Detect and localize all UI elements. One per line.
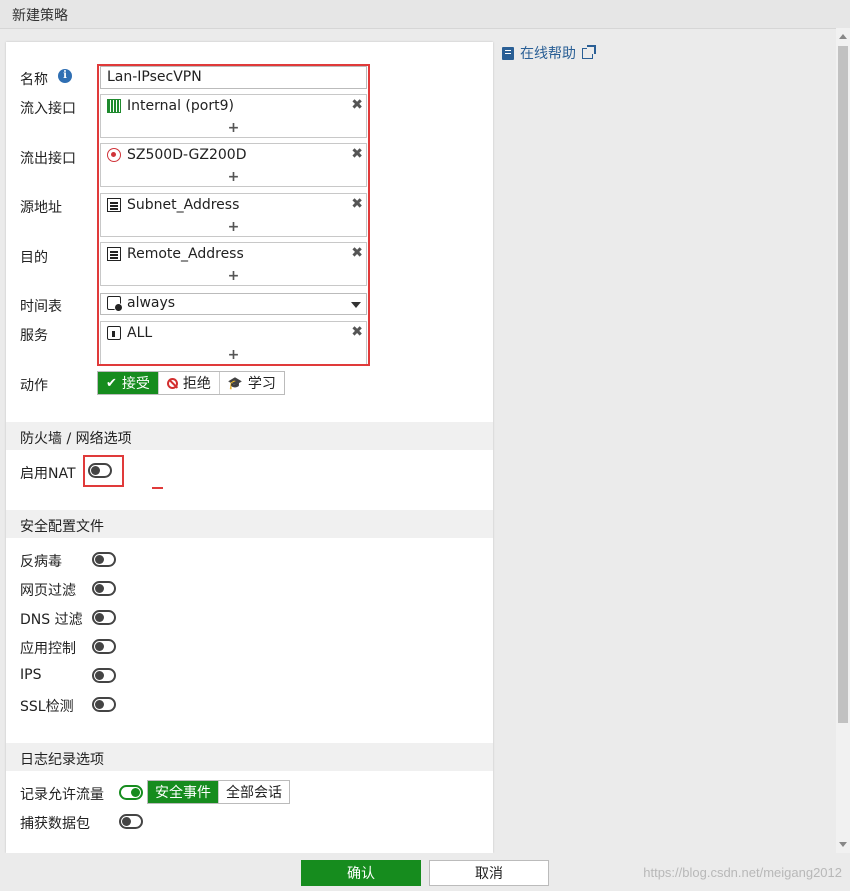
watermark: https://blog.csdn.net/meigang2012	[643, 865, 842, 880]
incoming-interface-label: 流入接口	[20, 101, 76, 117]
ssl-inspection-toggle[interactable]	[92, 697, 116, 712]
log-allowed-label: 记录允许流量	[20, 787, 104, 803]
ips-toggle[interactable]	[92, 668, 116, 683]
info-icon[interactable]: i	[58, 69, 72, 83]
app-control-toggle[interactable]	[92, 639, 116, 654]
name-label: 名称	[20, 72, 48, 88]
online-help-link[interactable]: 在线帮助	[502, 43, 596, 63]
capture-packets-label: 捕获数据包	[20, 816, 90, 832]
policy-form: 名称 i Lan-IPsecVPN 流入接口 Internal (port9) …	[6, 42, 493, 853]
ips-label: IPS	[20, 667, 42, 683]
dns-filter-toggle[interactable]	[92, 610, 116, 625]
web-filter-toggle[interactable]	[92, 581, 116, 596]
destination-label: 目的	[20, 250, 48, 266]
logging-section-header: 日志纪录选项	[6, 743, 493, 771]
security-section-header: 安全配置文件	[6, 510, 493, 538]
scroll-up-icon[interactable]	[839, 34, 847, 39]
web-filter-label: 网页过滤	[20, 583, 76, 599]
scroll-thumb[interactable]	[838, 46, 848, 723]
deny-icon	[166, 377, 178, 389]
graduation-cap-icon: 🎓	[227, 376, 243, 390]
cancel-button[interactable]: 取消	[429, 860, 549, 886]
capture-packets-toggle[interactable]	[119, 814, 143, 829]
all-sessions-button[interactable]: 全部会话	[218, 781, 289, 803]
learn-button[interactable]: 🎓 学习	[220, 372, 284, 394]
service-label: 服务	[20, 328, 48, 344]
source-address-label: 源地址	[20, 200, 62, 216]
action-label: 动作	[20, 378, 48, 394]
log-allowed-toggle[interactable]	[119, 785, 143, 800]
nat-label: 启用NAT	[20, 466, 76, 482]
accept-button[interactable]: ✔ 接受	[98, 372, 159, 394]
window-title: 新建策略	[12, 8, 68, 24]
ssl-inspection-label: SSL检测	[20, 699, 74, 715]
deny-button[interactable]: 拒绝	[159, 372, 220, 394]
dialog-footer: 确认 取消 https://blog.csdn.net/meigang2012	[0, 853, 850, 891]
external-link-icon	[582, 44, 596, 59]
logging-section-title: 日志纪录选项	[20, 752, 104, 768]
outgoing-interface-label: 流出接口	[20, 151, 76, 167]
security-events-button[interactable]: 安全事件	[148, 781, 218, 803]
app-control-label: 应用控制	[20, 641, 76, 657]
action-toggle-group: ✔ 接受 拒绝 🎓 学习	[97, 371, 285, 395]
antivirus-label: 反病毒	[20, 554, 62, 570]
online-help-label: 在线帮助	[520, 46, 576, 62]
dns-filter-label: DNS 过滤	[20, 612, 83, 628]
annotation-mark	[152, 487, 163, 489]
book-icon	[502, 46, 514, 60]
firewall-section-title: 防火墙 / 网络选项	[20, 431, 132, 447]
firewall-section-header: 防火墙 / 网络选项	[6, 422, 493, 450]
antivirus-toggle[interactable]	[92, 552, 116, 567]
scroll-down-icon[interactable]	[839, 842, 847, 847]
schedule-label: 时间表	[20, 299, 62, 315]
nat-highlight-box	[83, 455, 124, 487]
ok-button[interactable]: 确认	[301, 860, 421, 886]
log-mode-toggle-group: 安全事件 全部会话	[147, 780, 290, 804]
vertical-scrollbar[interactable]	[836, 28, 850, 853]
highlight-box	[97, 64, 370, 366]
check-icon: ✔	[106, 375, 117, 391]
security-section-title: 安全配置文件	[20, 519, 104, 535]
window-titlebar: 新建策略	[0, 0, 850, 29]
